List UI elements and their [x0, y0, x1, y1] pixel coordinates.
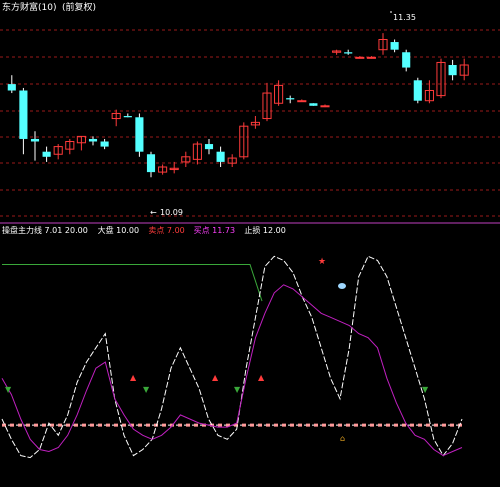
indicator-header-item: 买点 11.73 [194, 226, 235, 235]
candle-body [286, 98, 295, 100]
candle-body [402, 52, 411, 68]
sell-arrow-icon: ▲ [130, 373, 137, 382]
candle-body [216, 151, 225, 162]
indicator-header-item: 卖点 7.00 [148, 226, 184, 235]
candle-body [135, 117, 144, 152]
candle-body [320, 105, 330, 108]
candle-body [390, 42, 399, 50]
candle-body [309, 103, 318, 106]
candle-body [448, 65, 457, 76]
candle-body [42, 151, 51, 157]
buy-arrow-icon: ▼ [234, 385, 241, 394]
indicator-header-item: 大盘 10.00 [98, 225, 139, 235]
candle-body [123, 116, 132, 118]
price-header-label: 东方财富(10) [2, 1, 56, 13]
candle-body [30, 138, 40, 142]
candle-body [88, 138, 98, 142]
low-label: 10.09 [160, 208, 183, 217]
buy-arrow-icon: ▼ [422, 385, 429, 394]
warning-icon: ⌂ [340, 434, 345, 443]
candle-body [355, 56, 365, 59]
buy-arrow-icon: ▼ [143, 385, 150, 394]
indicator-header-item: 止损 12.00 [244, 225, 285, 235]
candle-body [344, 52, 353, 54]
candle-body [413, 80, 422, 101]
sell-arrow-icon: ▲ [212, 373, 219, 382]
sell-arrow-icon: ▲ [258, 373, 265, 382]
candle-body [100, 141, 109, 147]
indicator-header-item: 操盘主力线 7.01 20.00 [2, 225, 88, 235]
buy-arrow-icon: ▼ [5, 385, 12, 394]
candle-body [146, 154, 156, 173]
price-header-sub: (前复权) [62, 1, 96, 13]
stock-chart: 东方财富(10) (前复权) 11.35 ← 10.09 操盘主力线 7.01 … [0, 0, 500, 483]
high-label: 11.35 [393, 13, 416, 22]
candle-body [204, 144, 214, 150]
chart-background [0, 0, 500, 483]
low-label-arrow: ← [150, 208, 157, 217]
bubble-icon [338, 283, 346, 289]
candle-body [366, 56, 376, 59]
candle-body [19, 90, 28, 139]
sell-star-icon: ★ [318, 257, 326, 267]
candle-body [297, 100, 307, 103]
candle-body [7, 84, 16, 91]
chart-root: 东方财富(10) (前复权) 11.35 ← 10.09 操盘主力线 7.01 … [0, 0, 500, 483]
